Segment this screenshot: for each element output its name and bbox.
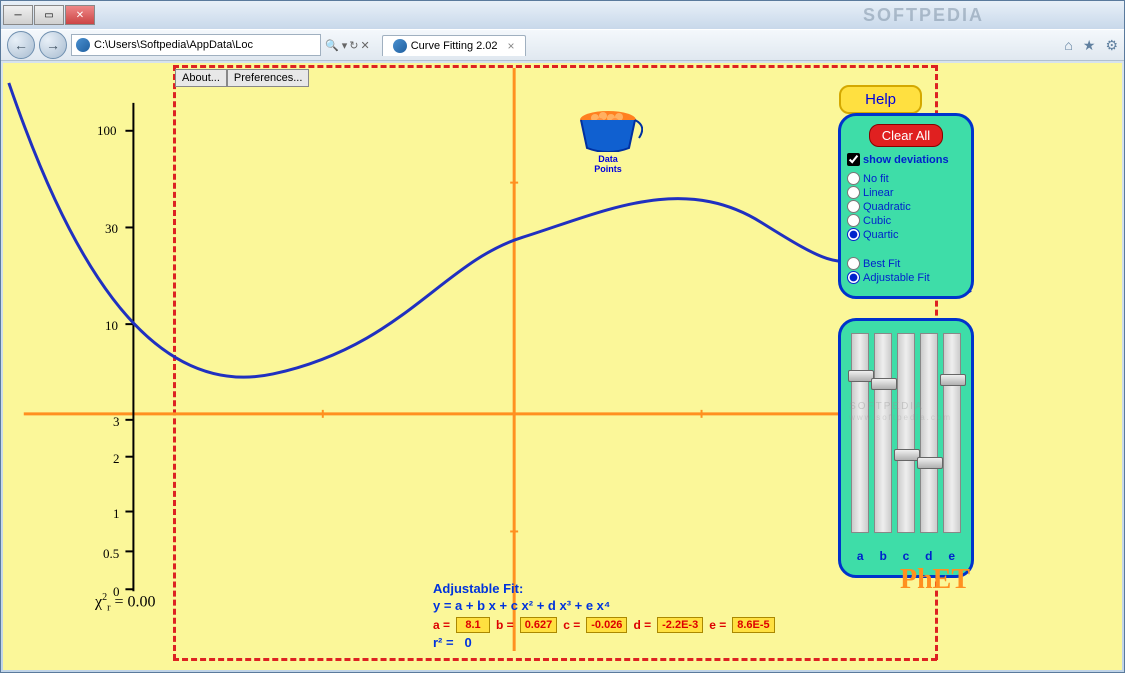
about-button[interactable]: About... — [175, 69, 227, 87]
window-title-bar: SOFTPEDIA ─ ▭ ✕ — [1, 1, 1124, 29]
y-tick: 10 — [105, 318, 118, 334]
close-button[interactable]: ✕ — [65, 5, 95, 25]
fit-mode-group: Best FitAdjustable Fit — [847, 257, 965, 284]
fit-radio[interactable] — [847, 214, 860, 227]
address-bar[interactable]: C:\Users\Softpedia\AppData\Loc — [71, 34, 321, 56]
browser-nav-bar: ← → C:\Users\Softpedia\AppData\Loc 🔍 ▾ ↻… — [1, 29, 1124, 61]
y-tick: 0.5 — [103, 546, 119, 562]
settings-icon[interactable]: ⚙ — [1105, 37, 1118, 54]
y-tick: 100 — [97, 123, 117, 139]
clear-all-button[interactable]: Clear All — [869, 124, 943, 147]
coeff-label: d = — [633, 618, 651, 632]
search-icon[interactable]: 🔍 ▾ — [325, 39, 347, 52]
slider-label-b: b — [879, 549, 886, 563]
slider-a[interactable] — [851, 333, 869, 533]
slider-e[interactable] — [943, 333, 961, 533]
fit-radio[interactable] — [847, 172, 860, 185]
coeff-label: e = — [709, 618, 726, 632]
url-text: C:\Users\Softpedia\AppData\Loc — [94, 39, 253, 51]
y-tick: 3 — [113, 414, 120, 430]
data-points-bucket[interactable]: DataPoints — [573, 108, 643, 174]
fit-type-group: No fitLinearQuadraticCubicQuartic — [847, 172, 965, 241]
mode-option-adjustable-fit[interactable]: Adjustable Fit — [847, 271, 965, 284]
fit-option-quartic[interactable]: Quartic — [847, 228, 965, 241]
fit-radio[interactable] — [847, 228, 860, 241]
equation-formula: y = a + b x + c x² + d x³ + e x⁴ — [433, 598, 775, 613]
tab-title: Curve Fitting 2.02 — [411, 40, 498, 52]
fit-option-no-fit[interactable]: No fit — [847, 172, 965, 185]
equation-title: Adjustable Fit: — [433, 581, 775, 596]
browser-tab[interactable]: Curve Fitting 2.02 × — [382, 35, 526, 56]
tab-close-icon[interactable]: × — [508, 39, 515, 53]
slider-c[interactable] — [897, 333, 915, 533]
coefficient-sliders-panel: a b c d e — [838, 318, 974, 578]
minimize-button[interactable]: ─ — [3, 5, 33, 25]
fit-radio[interactable] — [847, 200, 860, 213]
bucket-label: DataPoints — [573, 154, 643, 174]
slider-d[interactable] — [920, 333, 938, 533]
forward-button[interactable]: → — [39, 31, 67, 59]
fit-option-linear[interactable]: Linear — [847, 186, 965, 199]
y-tick: 30 — [105, 221, 118, 237]
phet-logo: PhET — [900, 564, 970, 596]
fit-option-cubic[interactable]: Cubic — [847, 214, 965, 227]
help-button[interactable]: Help — [839, 85, 922, 114]
mode-option-best-fit[interactable]: Best Fit — [847, 257, 965, 270]
coeff-value: -0.026 — [586, 617, 627, 633]
chi-squared-display: χ2r = 0.00 — [95, 592, 155, 614]
slider-label-c: c — [903, 549, 910, 563]
watermark-text: SOFTPEDIA — [863, 5, 984, 26]
mode-radio[interactable] — [847, 271, 860, 284]
bucket-icon — [573, 108, 643, 152]
show-deviations-checkbox[interactable]: show deviations — [847, 153, 965, 166]
fit-radio[interactable] — [847, 186, 860, 199]
boundary-top — [173, 65, 937, 68]
simulation-area: About... Preferences... — [3, 63, 1122, 670]
ie-icon — [76, 38, 90, 52]
y-tick: 1 — [113, 506, 120, 522]
fit-option-quadratic[interactable]: Quadratic — [847, 200, 965, 213]
favorites-icon[interactable]: ★ — [1083, 37, 1096, 54]
r2-label: r² = — [433, 635, 454, 650]
ie-icon — [393, 39, 407, 53]
y-tick: 2 — [113, 451, 120, 467]
equation-area: Adjustable Fit: y = a + b x + c x² + d x… — [433, 581, 775, 650]
slider-label-d: d — [925, 549, 932, 563]
slider-handle-e[interactable] — [940, 374, 966, 386]
r2-value: 0 — [464, 635, 471, 650]
boundary-bottom — [173, 658, 937, 661]
coeff-value: 8.1 — [456, 617, 490, 633]
coeff-label: a = — [433, 618, 450, 632]
control-panel: Clear All show deviations No fitLinearQu… — [838, 113, 974, 299]
refresh-icon[interactable]: ↻ — [349, 39, 358, 52]
slider-label-a: a — [857, 549, 864, 563]
boundary-left — [173, 65, 176, 660]
slider-label-e: e — [948, 549, 955, 563]
home-icon[interactable]: ⌂ — [1064, 37, 1072, 54]
maximize-button[interactable]: ▭ — [34, 5, 64, 25]
slider-b[interactable] — [874, 333, 892, 533]
preferences-button[interactable]: Preferences... — [227, 69, 309, 87]
mode-radio[interactable] — [847, 257, 860, 270]
stop-icon[interactable]: ✕ — [361, 39, 370, 52]
coeff-value: -2.2E-3 — [657, 617, 703, 633]
coeff-label: c = — [563, 618, 580, 632]
coeff-value: 8.6E-5 — [732, 617, 774, 633]
slider-handle-b[interactable] — [871, 378, 897, 390]
show-deviations-input[interactable] — [847, 153, 860, 166]
back-button[interactable]: ← — [7, 31, 35, 59]
coeff-label: b = — [496, 618, 514, 632]
coeff-value: 0.627 — [520, 617, 558, 633]
slider-handle-d[interactable] — [917, 457, 943, 469]
